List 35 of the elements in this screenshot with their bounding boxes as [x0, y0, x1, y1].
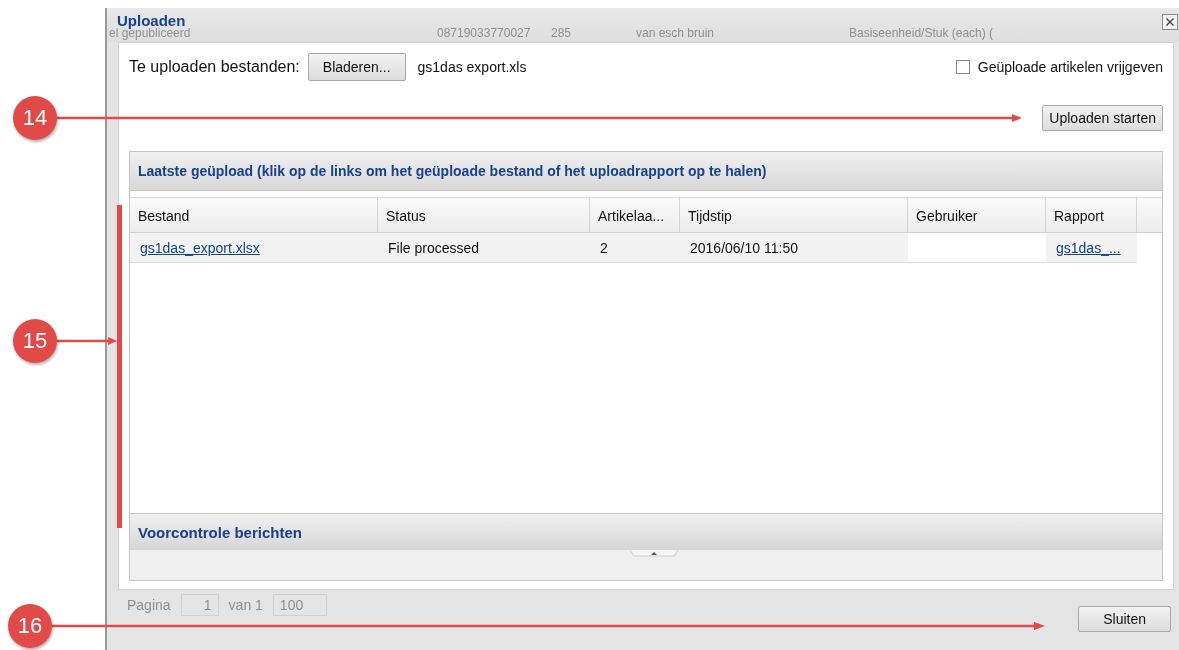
start-upload-button[interactable]: Uploaden starten: [1042, 105, 1163, 131]
report-link[interactable]: gs1das_...: [1056, 240, 1121, 256]
table-cell: 2016/06/10 11:50: [680, 233, 908, 263]
panel-header: Voorcontrole berichten: [130, 513, 1162, 550]
callout-marker: 14: [13, 96, 57, 140]
column-header[interactable]: Gebruiker: [908, 198, 1046, 232]
checkbox-label: Geüploade artikelen vrijgeven: [977, 59, 1163, 75]
callout-marker: 15: [13, 319, 57, 363]
page-field: 1: [180, 594, 219, 616]
background-text: el gepubliceerd: [109, 27, 192, 39]
panel-header: Laatste geüpload (klik op de links om het geüploade bestand of het uploadrapport op te halen): [130, 152, 1162, 191]
close-button[interactable]: Sluiten: [1078, 606, 1171, 632]
close-icon[interactable]: [1162, 14, 1178, 30]
pager-label: Pagina: [127, 597, 171, 613]
background-text: van esch bruin: [636, 27, 716, 39]
browse-button[interactable]: Bladeren...: [307, 53, 406, 81]
expand-handle-icon[interactable]: [630, 550, 678, 557]
checkbox[interactable]: [955, 60, 970, 74]
column-header[interactable]: Rapport: [1046, 198, 1137, 232]
column-header[interactable]: Tijdstip: [680, 198, 908, 232]
file-name: gs1das export.xls: [417, 59, 527, 75]
column-header[interactable]: Bestand: [130, 198, 378, 232]
background-text: 08719033770027: [437, 27, 532, 39]
table-cell: 2: [590, 233, 680, 263]
background-text: Basiseenheid/Stuk (each) (: [849, 27, 994, 39]
callout-marker: 16: [8, 604, 52, 648]
upload-label: Te uploaden bestanden:: [129, 58, 300, 76]
background-text: 285: [551, 27, 573, 39]
pager-text: van 1: [228, 597, 263, 613]
column-header[interactable]: Artikelaa...: [590, 198, 680, 232]
table-cell: File processed: [378, 233, 590, 263]
file-link[interactable]: gs1das_export.xlsx: [140, 240, 260, 256]
page-size-field: 100: [272, 594, 327, 616]
dialog-title: Uploaden: [117, 12, 186, 29]
column-header[interactable]: Status: [378, 198, 590, 232]
